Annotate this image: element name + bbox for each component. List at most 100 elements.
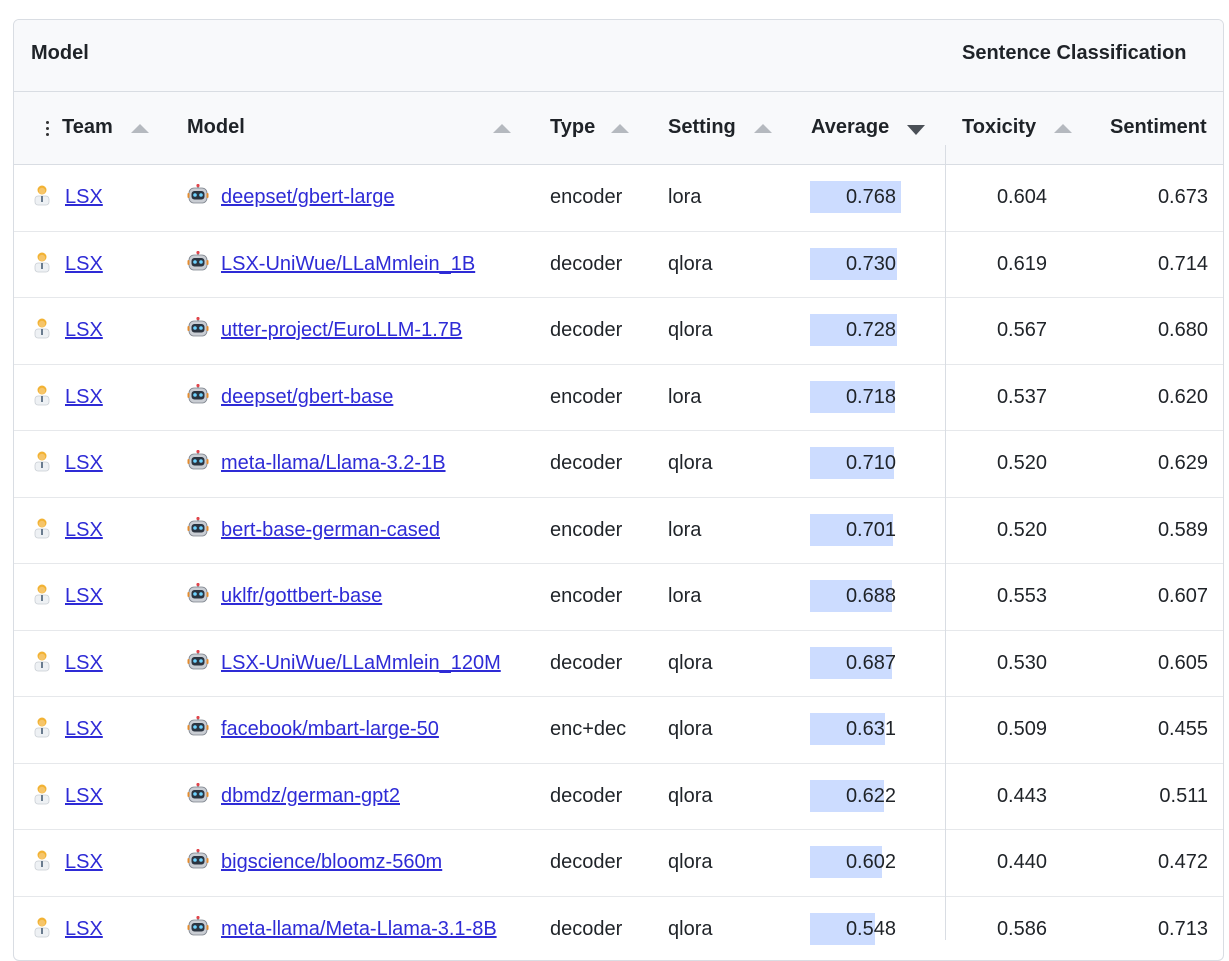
team-link[interactable]: LSX: [31, 897, 103, 961]
model-link[interactable]: bert-base-german-cased: [187, 498, 440, 563]
model-link[interactable]: meta-llama/Meta-Llama-3.1-8B: [187, 897, 497, 961]
average-cell: 0.548: [810, 897, 896, 961]
table-body: LSX deepset/gbert-large encoder lora 0.7…: [14, 165, 1223, 961]
toxicity-cell: 0.567: [954, 298, 1047, 363]
setting-cell: lora: [668, 365, 701, 430]
column-header-row: Team Model Type Setting Average Toxicity…: [14, 92, 1223, 165]
team-link[interactable]: LSX: [31, 298, 103, 363]
table-row: LSX deepset/gbert-large encoder lora 0.7…: [14, 165, 1223, 232]
team-link[interactable]: LSX: [31, 564, 103, 629]
team-label: LSX: [65, 851, 103, 873]
scientist-icon: [31, 450, 53, 472]
sentiment-cell: 0.472: [1114, 830, 1208, 895]
type-cell: decoder: [550, 830, 622, 895]
type-cell: decoder: [550, 631, 622, 696]
column-header-toxicity[interactable]: Toxicity: [962, 116, 1036, 139]
toxicity-cell: 0.520: [954, 431, 1047, 496]
sort-asc-icon[interactable]: [611, 124, 629, 133]
team-label: LSX: [65, 319, 103, 341]
robot-icon: [187, 916, 209, 938]
sort-asc-icon[interactable]: [1054, 124, 1072, 133]
sort-asc-icon[interactable]: [754, 124, 772, 133]
robot-icon: [187, 251, 209, 273]
team-link[interactable]: LSX: [31, 498, 103, 563]
setting-cell: qlora: [668, 298, 712, 363]
team-link[interactable]: LSX: [31, 631, 103, 696]
table-row: LSX utter-project/EuroLLM-1.7B decoder q…: [14, 298, 1223, 365]
setting-cell: qlora: [668, 631, 712, 696]
team-link[interactable]: LSX: [31, 365, 103, 430]
model-link[interactable]: deepset/gbert-base: [187, 365, 393, 430]
column-header-type[interactable]: Type: [550, 116, 595, 139]
average-cell: 0.730: [810, 232, 896, 297]
scientist-icon: [31, 849, 53, 871]
team-label: LSX: [65, 253, 103, 275]
sort-asc-icon[interactable]: [493, 124, 511, 133]
robot-icon: [187, 849, 209, 871]
average-cell: 0.688: [810, 564, 896, 629]
team-label: LSX: [65, 652, 103, 674]
model-label: meta-llama/Llama-3.2-1B: [221, 452, 446, 474]
toxicity-cell: 0.537: [954, 365, 1047, 430]
team-label: LSX: [65, 585, 103, 607]
model-link[interactable]: dbmdz/german-gpt2: [187, 764, 400, 829]
model-link[interactable]: LSX-UniWue/LLaMmlein_120M: [187, 631, 501, 696]
team-label: LSX: [65, 718, 103, 740]
table-row: LSX LSX-UniWue/LLaMmlein_120M decoder ql…: [14, 631, 1223, 698]
type-cell: decoder: [550, 298, 622, 363]
model-link[interactable]: bigscience/bloomz-560m: [187, 830, 442, 895]
type-cell: decoder: [550, 764, 622, 829]
scientist-icon: [31, 783, 53, 805]
group-header-sentence-classification: Sentence Classification: [962, 42, 1187, 65]
team-link[interactable]: LSX: [31, 830, 103, 895]
column-header-setting[interactable]: Setting: [668, 116, 736, 139]
average-cell: 0.687: [810, 631, 896, 696]
table-row: LSX deepset/gbert-base encoder lora 0.71…: [14, 365, 1223, 432]
group-header-model: Model: [31, 42, 89, 65]
model-label: LSX-UniWue/LLaMmlein_1B: [221, 253, 475, 275]
team-label: LSX: [65, 785, 103, 807]
model-link[interactable]: utter-project/EuroLLM-1.7B: [187, 298, 462, 363]
model-label: LSX-UniWue/LLaMmlein_120M: [221, 652, 501, 674]
setting-cell: qlora: [668, 697, 712, 762]
team-link[interactable]: LSX: [31, 431, 103, 496]
sentiment-cell: 0.620: [1114, 365, 1208, 430]
scientist-icon: [31, 317, 53, 339]
column-divider: [945, 145, 946, 940]
model-link[interactable]: uklfr/gottbert-base: [187, 564, 382, 629]
type-cell: decoder: [550, 232, 622, 297]
toxicity-cell: 0.553: [954, 564, 1047, 629]
scientist-icon: [31, 517, 53, 539]
column-header-model[interactable]: Model: [187, 116, 245, 139]
sentiment-cell: 0.511: [1114, 764, 1208, 829]
model-link[interactable]: LSX-UniWue/LLaMmlein_1B: [187, 232, 475, 297]
column-header-sentiment[interactable]: Sentiment: [1110, 116, 1207, 139]
sort-desc-icon[interactable]: [907, 125, 925, 135]
table-row: LSX bigscience/bloomz-560m decoder qlora…: [14, 830, 1223, 897]
average-cell: 0.728: [810, 298, 896, 363]
sort-asc-icon[interactable]: [131, 124, 149, 133]
robot-icon: [187, 783, 209, 805]
type-cell: enc+dec: [550, 697, 626, 762]
robot-icon: [187, 184, 209, 206]
team-link[interactable]: LSX: [31, 232, 103, 297]
team-label: LSX: [65, 386, 103, 408]
scientist-icon: [31, 916, 53, 938]
model-link[interactable]: facebook/mbart-large-50: [187, 697, 439, 762]
team-link[interactable]: LSX: [31, 764, 103, 829]
type-cell: encoder: [550, 564, 622, 629]
column-menu-icon[interactable]: [38, 118, 58, 140]
table-row: LSX uklfr/gottbert-base encoder lora 0.6…: [14, 564, 1223, 631]
robot-icon: [187, 650, 209, 672]
column-header-average[interactable]: Average: [811, 116, 889, 139]
column-header-team[interactable]: Team: [62, 116, 113, 139]
model-link[interactable]: deepset/gbert-large: [187, 165, 394, 230]
team-link[interactable]: LSX: [31, 165, 103, 230]
team-label: LSX: [65, 186, 103, 208]
type-cell: encoder: [550, 165, 622, 230]
toxicity-cell: 0.440: [954, 830, 1047, 895]
team-link[interactable]: LSX: [31, 697, 103, 762]
model-label: bigscience/bloomz-560m: [221, 851, 442, 873]
toxicity-cell: 0.443: [954, 764, 1047, 829]
model-link[interactable]: meta-llama/Llama-3.2-1B: [187, 431, 446, 496]
